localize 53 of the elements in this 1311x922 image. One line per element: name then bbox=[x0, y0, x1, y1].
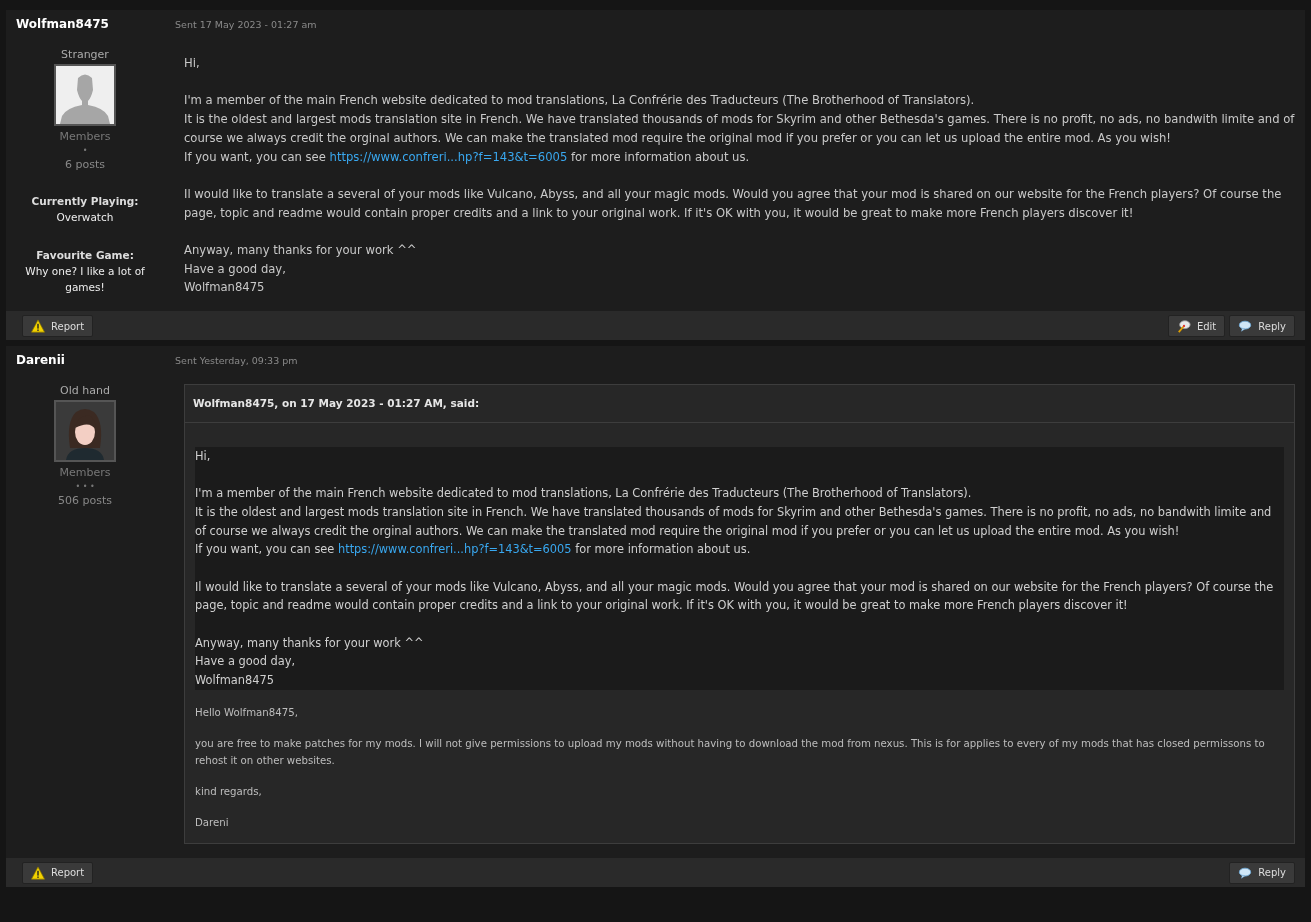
post-text: If you want, you can see https://www.confreri...hp?f=143&t=6005 for more information about us. bbox=[184, 148, 751, 166]
quoted-text: Have a good day, bbox=[195, 653, 297, 671]
avatar-frame[interactable] bbox=[54, 400, 116, 463]
post-text: I'm a member of the main French website dedicated to mod translations, La Confrérie des Traducteurs (The Brotherhood of Translators). bbox=[184, 92, 976, 110]
post-text: It is the oldest and largest mods translation site in French. We have translated thousands of mods for Skyrim and other Bethesda's games. There is no profit, no ads, no bandwith limite and of course we always credit the orginal authors. We can make the translated mod require the original mod if you prefer or you can let us upload the entire mod. As you wish! bbox=[184, 111, 1295, 147]
user-rank: Stranger bbox=[61, 48, 109, 61]
link[interactable]: https://www.confreri...hp?f=143&t=6005 bbox=[329, 149, 568, 164]
post-count: 506 posts bbox=[58, 494, 112, 508]
author-name[interactable]: Darenii bbox=[16, 353, 175, 368]
post-text: Hi, bbox=[184, 55, 201, 72]
speech-bubble-icon bbox=[1238, 865, 1253, 880]
reply-button[interactable]: Reply bbox=[1229, 315, 1295, 338]
user-rank: Old hand bbox=[60, 384, 110, 398]
cartoon-avatar-icon bbox=[56, 402, 114, 461]
avatar-frame[interactable] bbox=[54, 64, 116, 126]
post-date: Sent Yesterday, 09:33 pm bbox=[175, 354, 298, 366]
quoted-text: If you want, you can see https://www.confreri...hp?f=143&t=6005 for more information about us. bbox=[195, 541, 752, 559]
quoted-text: It is the oldest and largest mods translation site in French. We have translated thousands of mods for Skyrim and other Bethesda's games. There is no profit, no ads, no bandwith limite and of course we always credit the orginal authors. We can make the translated mod require the original mod if you prefer or you can let us upload the entire mod. As you wish! bbox=[195, 503, 1273, 540]
post-count: 6 posts bbox=[65, 158, 105, 171]
member-group: Members bbox=[59, 466, 111, 480]
quoted-text: Anyway, many thanks for your work ^^ bbox=[195, 634, 425, 652]
profile-field-label: Currently Playing: bbox=[31, 194, 139, 209]
report-button[interactable]: Report bbox=[22, 861, 94, 884]
post-date: Sent 17 May 2023 - 01:27 am bbox=[175, 18, 317, 30]
speech-bubble-icon bbox=[1238, 319, 1253, 334]
warning-icon bbox=[31, 319, 45, 334]
user-silhouette-icon bbox=[56, 66, 114, 124]
reply-text: Hello Wolfman8475, bbox=[195, 705, 299, 720]
profile-field-value: Why one? I like a lot of games! bbox=[24, 264, 146, 295]
member-group: Members bbox=[59, 130, 111, 143]
post-text: Wolfman8475 bbox=[184, 279, 266, 297]
edit-button[interactable]: Edit bbox=[1167, 315, 1226, 338]
link[interactable]: https://www.confreri...hp?f=143&t=6005 bbox=[337, 542, 572, 557]
reply-text: you are free to make patches for my mods. I will not give permissions to upload my mods without having to download the mod from nexus. This is for applies to every of my mods that has closed permissons to rehost it on other websites. bbox=[195, 736, 1266, 768]
reply-text: kind regards, bbox=[195, 784, 263, 799]
quote-header: Wolfman8475, on 17 May 2023 - 01:27 AM, said: bbox=[185, 385, 1294, 423]
quoted-text: I'm a member of the main French website dedicated to mod translations, La Confrérie des Traducteurs (The Brotherhood of Translators). bbox=[195, 485, 973, 503]
quoted-text: Il would like to translate a several of your mods like Vulcano, Abyss, and all your magic mods. Would you agree that your mod is shared on our website for the French players? Of course the page, topic and readme would contain proper credits and a link to your original work. If it's OK with you, it would be great to make more French players discover it! bbox=[195, 578, 1275, 615]
post-text: Have a good day, bbox=[184, 260, 287, 278]
reply-button[interactable]: Reply bbox=[1229, 861, 1295, 884]
author-name[interactable]: Wolfman8475 bbox=[16, 17, 175, 31]
report-button[interactable]: Report bbox=[22, 315, 94, 338]
post-text: Il would like to translate a several of your mods like Vulcano, Abyss, and all your magic mods. Would you agree that your mod is shared on our website for the French players? Of course the page, topic and readme would contain proper credits and a link to your original work. If it's OK with you, it would be great to make more French players discover it! bbox=[184, 185, 1283, 222]
speech-bubble-pencil-icon bbox=[1176, 319, 1191, 334]
profile-field-label: Favourite Game: bbox=[35, 248, 135, 263]
warning-icon bbox=[31, 865, 45, 880]
rank-pips: • bbox=[82, 146, 88, 155]
quoted-text: Wolfman8475 bbox=[195, 672, 276, 690]
post-text: Anyway, many thanks for your work ^^ bbox=[184, 242, 418, 259]
profile-field-value: Overwatch bbox=[55, 210, 115, 225]
quoted-text: Hi, bbox=[195, 447, 212, 465]
reply-text: Dareni bbox=[195, 815, 230, 830]
rank-pips: • • • bbox=[75, 482, 95, 492]
